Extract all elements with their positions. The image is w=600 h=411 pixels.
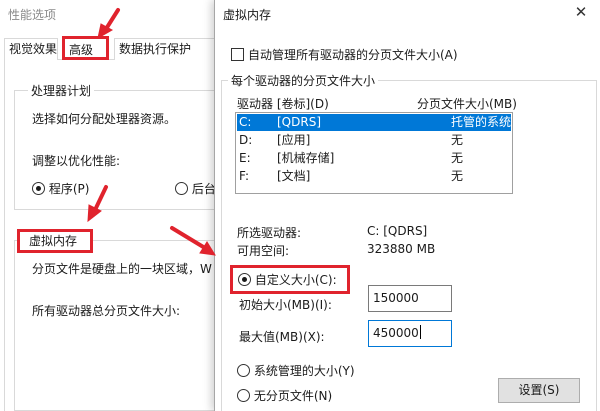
- initial-size-label: 初始大小(MB)(I):: [239, 298, 332, 312]
- max-size-value: 450000: [373, 326, 419, 340]
- system-managed-label: 系统管理的大小(Y): [253, 364, 355, 378]
- auto-manage-checkbox[interactable]: 自动管理所有驱动器的分页文件大小(A): [231, 46, 458, 63]
- drive-list-item[interactable]: F: [文档] 无: [237, 168, 511, 185]
- background-services-radio-label: 后台: [191, 182, 216, 196]
- virtual-memory-group-title: 虚拟内存: [17, 229, 93, 253]
- radio-selected-icon: [32, 182, 45, 195]
- adjust-performance-label: 调整以优化性能:: [32, 154, 121, 168]
- radio-unselected-icon: [237, 389, 250, 402]
- max-size-label: 最大值(MB)(X):: [239, 330, 325, 344]
- paging-size-column-header: 分页文件大小(MB): [417, 97, 517, 111]
- virtual-memory-dialog: 虚拟内存 ✕ 自动管理所有驱动器的分页文件大小(A) 每个驱动器的分页文件大小 …: [214, 0, 600, 411]
- radio-unselected-icon: [237, 364, 250, 377]
- auto-manage-label: 自动管理所有驱动器的分页文件大小(A): [248, 48, 458, 62]
- radio-unselected-icon: [175, 182, 188, 195]
- background-services-radio[interactable]: 后台: [175, 180, 216, 197]
- tab-visual-effects[interactable]: 视觉效果: [4, 38, 58, 60]
- programs-radio-label: 程序(P): [48, 182, 90, 196]
- selected-drive-value: C: [QDRS]: [367, 224, 428, 238]
- drive-volume-label: [文档]: [277, 169, 311, 183]
- radio-selected-icon: [238, 273, 251, 286]
- drive-list[interactable]: C: [QDRS] 托管的系统 D: [应用] 无 E: [机械存储] 无 F:…: [235, 112, 513, 194]
- text-caret: [419, 325, 421, 339]
- system-managed-radio[interactable]: 系统管理的大小(Y): [237, 362, 355, 379]
- drive-paging-size: 托管的系统: [451, 115, 512, 129]
- drive-volume-label: [应用]: [277, 133, 311, 147]
- free-space-label: 可用空间:: [237, 244, 290, 258]
- set-button[interactable]: 设置(S): [498, 378, 580, 403]
- drive-list-item[interactable]: C: [QDRS] 托管的系统: [237, 114, 511, 131]
- per-drive-group-title: 每个驱动器的分页文件大小: [228, 72, 379, 89]
- drive-paging-size: 无: [451, 169, 464, 183]
- no-paging-file-radio[interactable]: 无分页文件(N): [237, 387, 332, 404]
- tab-data-execution-prevention[interactable]: 数据执行保护: [114, 38, 215, 60]
- total-paging-size-label: 所有驱动器总分页文件大小:: [32, 304, 181, 318]
- window-title: 性能选项: [8, 8, 57, 22]
- tab-strip: 视觉效果 高级 数据执行保护: [4, 36, 215, 60]
- no-paging-file-label: 无分页文件(N): [253, 389, 333, 403]
- drive-letter: E:: [239, 151, 251, 165]
- drive-letter: D:: [239, 133, 253, 147]
- programs-radio[interactable]: 程序(P): [32, 180, 89, 197]
- custom-size-label: 自定义大小(C):: [254, 273, 337, 287]
- drive-list-item[interactable]: D: [应用] 无: [237, 132, 511, 149]
- selected-drive-label: 所选驱动器:: [237, 226, 302, 240]
- processor-scheduling-description: 选择如何分配处理器资源。: [32, 112, 177, 126]
- custom-size-radio[interactable]: 自定义大小(C):: [230, 265, 350, 294]
- virtual-memory-description: 分页文件是硬盘上的一块区域，W: [32, 262, 212, 276]
- checkbox-unchecked-icon: [231, 48, 244, 61]
- drive-column-header: 驱动器 [卷标](D): [237, 97, 329, 111]
- drive-letter: F:: [239, 169, 250, 183]
- drive-volume-label: [QDRS]: [277, 115, 322, 129]
- free-space-value: 323880 MB: [367, 242, 436, 256]
- drive-letter: C:: [239, 115, 252, 129]
- drive-volume-label: [机械存储]: [277, 151, 335, 165]
- max-size-input[interactable]: 450000: [368, 320, 452, 347]
- tab-advanced[interactable]: 高级: [62, 36, 109, 60]
- initial-size-value: 150000: [373, 291, 419, 305]
- initial-size-input[interactable]: 150000: [368, 285, 452, 312]
- processor-scheduling-title: 处理器计划: [28, 82, 95, 99]
- performance-options-window: 性能选项 视觉效果 高级 数据执行保护 处理器计划 选择如何分配处理器资源。 调…: [0, 0, 216, 411]
- drive-paging-size: 无: [451, 151, 464, 165]
- close-icon[interactable]: ✕: [570, 2, 592, 24]
- dialog-title: 虚拟内存: [223, 8, 272, 22]
- drive-paging-size: 无: [451, 133, 464, 147]
- drive-list-item[interactable]: E: [机械存储] 无: [237, 150, 511, 167]
